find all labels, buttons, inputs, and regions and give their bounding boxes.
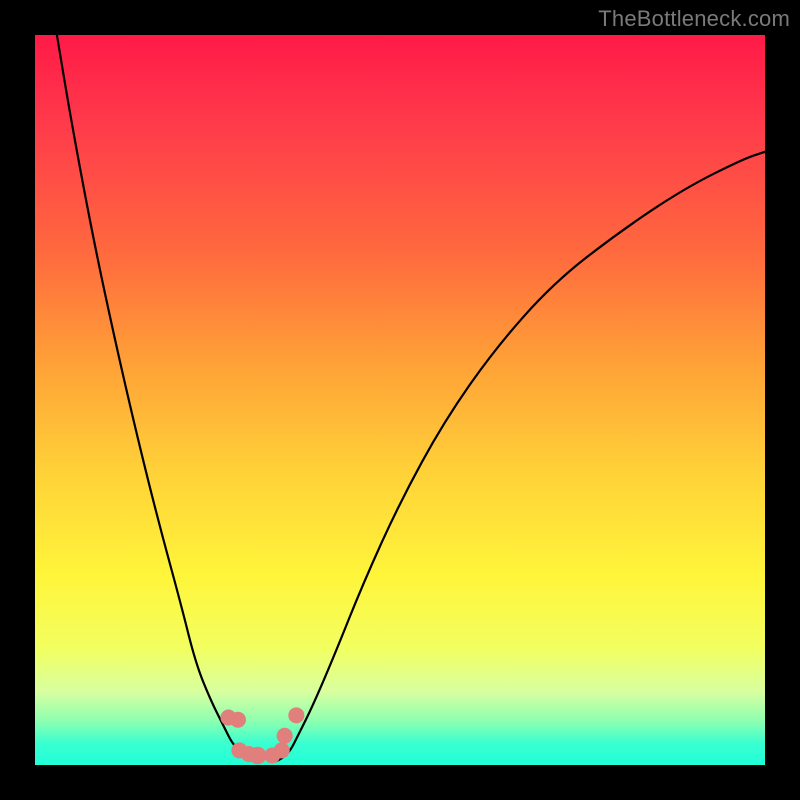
curve-marker xyxy=(264,747,280,763)
plot-area xyxy=(35,35,765,765)
curve-marker xyxy=(241,746,257,762)
watermark-text: TheBottleneck.com xyxy=(598,6,790,32)
curve-marker xyxy=(249,747,267,765)
left-curve xyxy=(57,35,254,761)
curve-marker xyxy=(220,710,236,726)
curve-marker xyxy=(274,742,290,758)
curve-marker xyxy=(277,728,293,744)
chart-frame: TheBottleneck.com xyxy=(0,0,800,800)
curve-markers xyxy=(220,707,304,764)
right-curve xyxy=(276,152,765,762)
curve-layer xyxy=(35,35,765,765)
curve-marker xyxy=(230,712,246,728)
curve-marker xyxy=(231,742,247,758)
curve-marker xyxy=(288,707,304,723)
